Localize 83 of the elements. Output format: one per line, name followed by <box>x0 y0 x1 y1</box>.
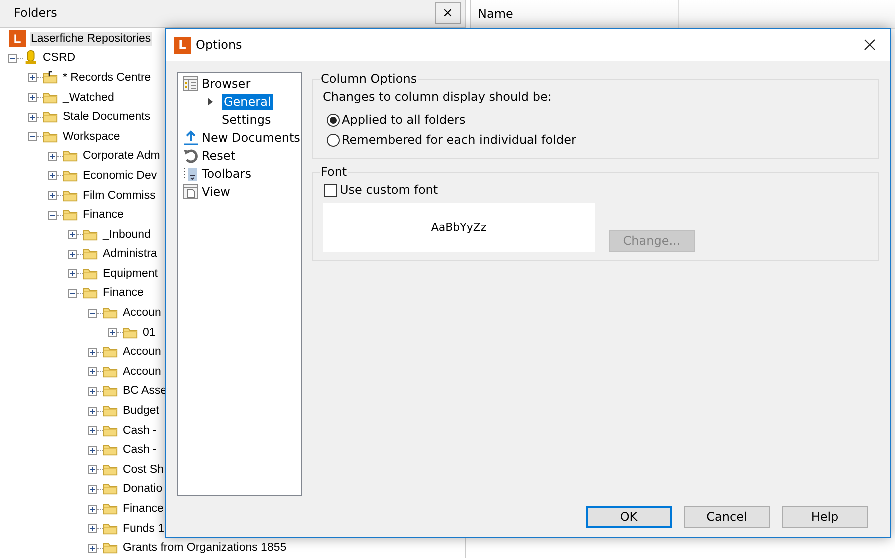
undo-icon <box>183 148 199 164</box>
dialog-button[interactable]: OK <box>586 506 672 528</box>
tree-item[interactable]: General <box>222 94 274 110</box>
logo-icon: L <box>174 36 191 54</box>
logo-icon: L <box>9 30 26 48</box>
tree-item[interactable]: Reset <box>202 149 236 163</box>
tree-item[interactable]: Finance <box>82 208 125 222</box>
tree-item[interactable]: Finance <box>122 502 165 516</box>
expand-icon[interactable] <box>28 73 37 82</box>
radio-option[interactable]: Remembered for each individual folder <box>323 130 582 150</box>
close-icon <box>864 39 876 51</box>
tree-item[interactable]: * Records Centre <box>62 70 152 85</box>
radio-option[interactable]: Applied to all folders <box>323 110 472 130</box>
expand-icon[interactable] <box>88 504 97 514</box>
expand-icon[interactable] <box>88 348 97 357</box>
collapse-icon[interactable] <box>8 54 17 63</box>
tree-item[interactable]: Workspace <box>62 130 122 144</box>
expand-icon[interactable] <box>48 191 57 200</box>
collapse-icon[interactable] <box>28 132 37 142</box>
tree-item[interactable]: View <box>202 185 230 199</box>
dialog-button[interactable]: Cancel <box>684 506 770 528</box>
tree-item[interactable]: Stale Documents <box>62 110 152 124</box>
tree-item[interactable]: CSRD <box>42 51 77 66</box>
expand-icon[interactable] <box>88 426 97 436</box>
expand-icon[interactable] <box>88 484 97 494</box>
collapse-icon[interactable] <box>48 210 57 220</box>
list-icon <box>183 76 199 92</box>
dialog-button[interactable]: Help <box>782 506 868 528</box>
tree-item[interactable]: Economic Dev <box>82 168 158 183</box>
tree-item[interactable]: Finance <box>102 286 145 300</box>
tree-item[interactable]: Browser <box>202 77 251 91</box>
expand-icon[interactable] <box>88 465 97 474</box>
font-preview: AaBbYyZz <box>323 203 595 252</box>
tree-item[interactable]: Funds 1 <box>122 522 166 536</box>
tree-item[interactable]: 01 <box>142 326 157 340</box>
expand-icon[interactable] <box>28 112 37 122</box>
group-title: Font <box>320 165 348 179</box>
expand-icon[interactable] <box>88 524 97 534</box>
expand-icon[interactable] <box>28 93 37 102</box>
expand-icon[interactable] <box>88 544 97 553</box>
tree-item[interactable]: Cash - <box>122 443 158 458</box>
tree-item[interactable]: Corporate Adm <box>82 149 162 164</box>
expand-icon[interactable] <box>88 406 97 416</box>
tree-item[interactable]: Accoun <box>122 364 162 379</box>
custom-font-checkbox[interactable]: Use custom font <box>323 181 438 199</box>
toolbar-icon <box>183 166 199 182</box>
expand-icon[interactable] <box>48 152 57 161</box>
prompt-text: Changes to column display should be: <box>323 90 553 104</box>
database-icon <box>23 50 39 66</box>
tree-item[interactable]: Settings <box>220 112 274 128</box>
tree-item[interactable]: Laserfiche Repositories <box>30 32 152 46</box>
tree-item[interactable]: Accoun <box>122 306 162 320</box>
tree-item[interactable]: Toolbars <box>202 167 252 181</box>
tree-item[interactable]: Budget <box>122 404 160 418</box>
document-icon <box>183 184 199 200</box>
tree-item[interactable]: Cost Sh <box>122 462 165 477</box>
group-title: Column Options <box>320 72 418 86</box>
collapse-icon[interactable] <box>68 288 77 298</box>
tree-item[interactable]: New Documents <box>202 131 300 145</box>
expand-icon[interactable] <box>68 230 77 240</box>
tree-item[interactable]: Film Commiss <box>82 188 157 203</box>
tree-item[interactable]: _Watched <box>62 90 116 105</box>
expand-icon[interactable] <box>88 446 97 455</box>
tree-item[interactable]: Accoun <box>122 345 162 360</box>
collapse-icon[interactable] <box>88 308 97 318</box>
pane-title: Folders <box>14 6 58 20</box>
expand-icon[interactable] <box>68 250 77 259</box>
tree-item[interactable]: Grants from Organizations 1855 <box>122 541 288 556</box>
tree-item[interactable]: _Inbound <box>102 228 152 242</box>
expand-icon[interactable] <box>108 328 117 338</box>
folder-icon <box>43 70 59 86</box>
caret-icon <box>206 98 214 106</box>
tree-item[interactable]: Donatio <box>122 482 164 496</box>
expand-icon[interactable] <box>68 269 77 278</box>
expand-icon[interactable] <box>48 171 57 180</box>
expand-icon[interactable] <box>88 386 97 396</box>
expand-icon[interactable] <box>88 367 97 376</box>
tree-item[interactable]: Administra <box>102 247 158 262</box>
dialog-title: Options <box>196 38 242 52</box>
close-button[interactable]: × <box>435 2 461 24</box>
tree-item[interactable]: Cash - <box>122 424 158 438</box>
upload-icon <box>183 130 199 146</box>
tree-item[interactable]: Equipment <box>102 266 159 281</box>
